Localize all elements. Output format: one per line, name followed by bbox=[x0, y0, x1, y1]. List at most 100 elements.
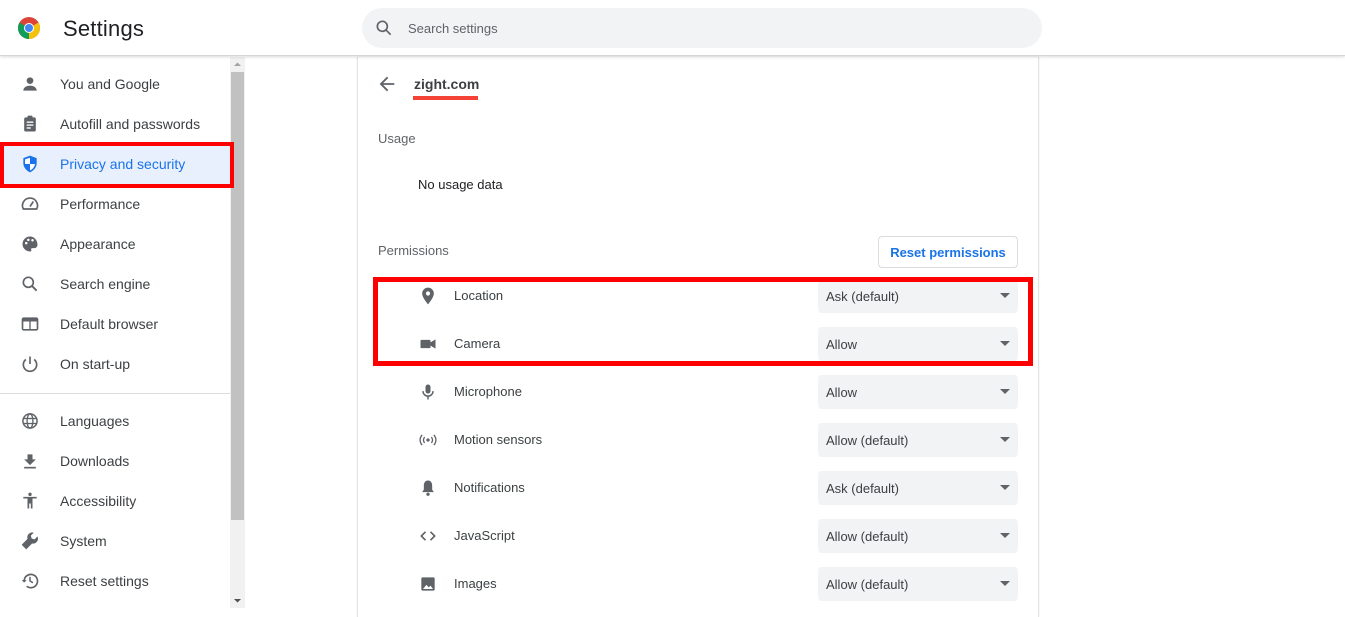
sidebar-item-you-and-google[interactable]: You and Google bbox=[0, 64, 230, 104]
image-icon bbox=[421, 577, 435, 591]
bell-icon bbox=[422, 480, 434, 496]
search-input[interactable] bbox=[408, 8, 1008, 48]
sidebar-item-label: Downloads bbox=[60, 453, 130, 469]
select-value: Allow bbox=[826, 337, 858, 352]
sidebar-item-label: Default browser bbox=[60, 316, 159, 332]
sidebar-item-accessibility[interactable]: Accessibility bbox=[0, 481, 230, 521]
palette-icon bbox=[22, 236, 38, 252]
scroll-up-arrow-icon[interactable] bbox=[230, 57, 245, 72]
scroll-down-arrow-icon[interactable] bbox=[230, 593, 245, 608]
sidebar-item-downloads[interactable]: Downloads bbox=[0, 441, 230, 481]
reset-permissions-button[interactable]: Reset permissions bbox=[878, 236, 1018, 268]
sidebar-item-performance[interactable]: Performance bbox=[0, 184, 230, 224]
top-bar: Settings bbox=[0, 0, 1345, 56]
chevron-down-icon bbox=[1000, 389, 1010, 394]
sidebar-item-search-engine[interactable]: Search engine bbox=[0, 264, 230, 304]
camera-select[interactable]: Allow bbox=[818, 327, 1018, 361]
select-value: Ask (default) bbox=[826, 481, 899, 496]
speedometer-icon bbox=[21, 197, 39, 210]
person-icon bbox=[23, 77, 37, 91]
sidebar-item-label: System bbox=[60, 533, 107, 549]
sidebar-item-label: Privacy and security bbox=[60, 156, 186, 172]
sidebar-item-appearance[interactable]: Appearance bbox=[0, 224, 230, 264]
search-icon bbox=[22, 276, 38, 292]
download-icon bbox=[24, 454, 36, 469]
sidebar-item-label: Appearance bbox=[60, 236, 136, 252]
sidebar-item-label: Performance bbox=[60, 196, 141, 212]
annotation-underline bbox=[413, 96, 478, 100]
notifications-select[interactable]: Ask (default) bbox=[818, 471, 1018, 505]
chevron-down-icon bbox=[1000, 341, 1010, 346]
permission-row-notifications: Notifications Ask (default) bbox=[358, 464, 1040, 512]
chrome-logo-icon bbox=[18, 17, 40, 39]
permission-row-javascript: JavaScript Allow (default) bbox=[358, 512, 1040, 560]
permission-row-camera: Camera Allow bbox=[358, 320, 1040, 368]
sidebar-item-autofill[interactable]: Autofill and passwords bbox=[0, 104, 230, 144]
sidebar-item-on-start-up[interactable]: On start-up bbox=[0, 344, 230, 384]
site-settings-card: zight.com Usage No usage data Permission… bbox=[357, 57, 1039, 617]
microphone-select[interactable]: Allow bbox=[818, 375, 1018, 409]
permission-label: Location bbox=[454, 288, 504, 303]
clipboard-icon bbox=[24, 115, 36, 132]
chevron-down-icon bbox=[1000, 533, 1010, 538]
permission-label: Notifications bbox=[454, 480, 525, 495]
browser-window-icon bbox=[21, 317, 39, 331]
permission-label: Microphone bbox=[454, 384, 522, 399]
history-icon bbox=[21, 573, 39, 589]
sidebar-item-privacy-and-security[interactable]: Privacy and security bbox=[4, 144, 230, 184]
sidebar-item-reset-settings[interactable]: Reset settings bbox=[0, 561, 230, 601]
sidebar-item-label: You and Google bbox=[60, 76, 160, 92]
permissions-heading: Permissions bbox=[378, 243, 449, 258]
sidebar: You and Google Autofill and passwords Pr… bbox=[0, 57, 230, 608]
select-value: Allow bbox=[826, 385, 858, 400]
usage-value: No usage data bbox=[418, 177, 503, 192]
javascript-select[interactable]: Allow (default) bbox=[818, 519, 1018, 553]
camera-icon bbox=[420, 339, 436, 349]
back-arrow-icon[interactable] bbox=[376, 73, 398, 95]
select-value: Allow (default) bbox=[826, 529, 909, 544]
app-title: Settings bbox=[63, 16, 145, 41]
code-icon bbox=[420, 531, 436, 541]
select-value: Ask (default) bbox=[826, 289, 899, 304]
scrollbar-thumb[interactable] bbox=[231, 72, 244, 520]
permission-row-microphone: Microphone Allow bbox=[358, 368, 1040, 416]
search-icon bbox=[376, 20, 392, 36]
sidebar-item-label: Search engine bbox=[60, 276, 151, 292]
sidebar-item-label: Languages bbox=[60, 413, 130, 429]
sidebar-item-default-browser[interactable]: Default browser bbox=[0, 304, 230, 344]
permission-label: Camera bbox=[454, 336, 501, 351]
sidebar-item-label: Reset settings bbox=[60, 573, 149, 589]
chevron-down-icon bbox=[1000, 437, 1010, 442]
sidebar-divider bbox=[0, 393, 230, 394]
usage-heading: Usage bbox=[378, 131, 416, 146]
select-value: Allow (default) bbox=[826, 577, 909, 592]
sidebar-item-languages[interactable]: Languages bbox=[0, 401, 230, 441]
sidebar-scrollbar[interactable] bbox=[230, 57, 245, 608]
motion-sensors-select[interactable]: Allow (default) bbox=[818, 423, 1018, 457]
sidebar-item-label: Autofill and passwords bbox=[60, 116, 201, 132]
images-select[interactable]: Allow (default) bbox=[818, 567, 1018, 601]
power-icon bbox=[22, 356, 38, 373]
search-bar[interactable] bbox=[362, 8, 1042, 48]
permission-row-images: Images Allow (default) bbox=[358, 560, 1040, 608]
permission-label: JavaScript bbox=[454, 528, 515, 543]
accessibility-icon bbox=[23, 492, 37, 509]
microphone-icon bbox=[422, 384, 434, 400]
permission-row-location: Location Ask (default) bbox=[358, 272, 1040, 320]
chevron-down-icon bbox=[1000, 581, 1010, 586]
motion-sensors-icon bbox=[419, 434, 437, 446]
location-select[interactable]: Ask (default) bbox=[818, 279, 1018, 313]
wrench-icon bbox=[21, 532, 38, 550]
location-pin-icon bbox=[422, 287, 434, 305]
permission-row-motion-sensors: Motion sensors Allow (default) bbox=[358, 416, 1040, 464]
permission-label: Images bbox=[454, 576, 497, 591]
sidebar-item-system[interactable]: System bbox=[0, 521, 230, 561]
chevron-down-icon bbox=[1000, 293, 1010, 298]
globe-icon bbox=[22, 413, 38, 429]
sidebar-item-label: Accessibility bbox=[60, 493, 137, 509]
chevron-down-icon bbox=[1000, 485, 1010, 490]
select-value: Allow (default) bbox=[826, 433, 909, 448]
permission-label: Motion sensors bbox=[454, 432, 543, 447]
site-title: zight.com bbox=[414, 76, 480, 92]
sidebar-item-label: On start-up bbox=[60, 356, 131, 372]
